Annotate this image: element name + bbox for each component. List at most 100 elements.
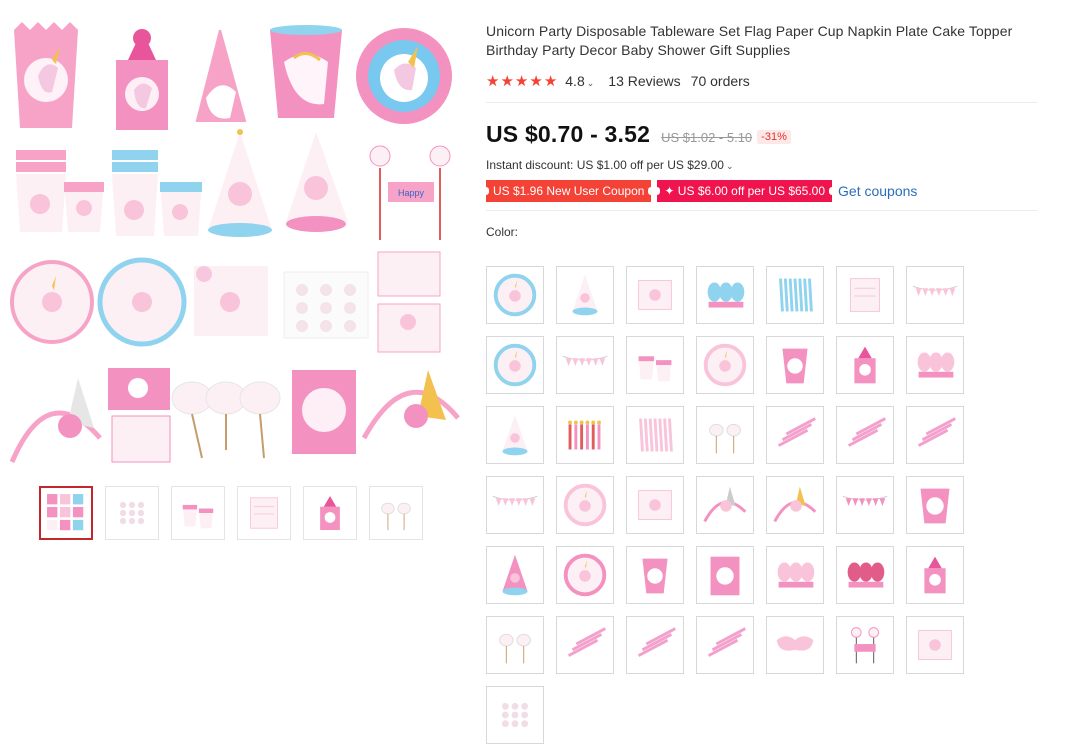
color-swatch[interactable]	[906, 546, 964, 604]
color-swatch[interactable]	[626, 266, 684, 324]
reviews-link[interactable]: 13 Reviews	[608, 73, 680, 89]
plate-blue-ring-icon	[493, 273, 537, 317]
instant-discount[interactable]: Instant discount: US $1.00 off per US $2…	[486, 158, 1041, 174]
color-swatch[interactable]	[696, 476, 754, 534]
color-label: Color:	[486, 225, 519, 239]
banner-flags-icon	[562, 355, 608, 366]
color-swatch[interactable]	[486, 266, 544, 324]
rating-value[interactable]: 4.8 ⌄	[565, 73, 594, 89]
orders-count: 70 orders	[690, 73, 750, 89]
party-hat-icon	[194, 22, 248, 130]
star-icon: ★	[543, 72, 558, 90]
gallery-thumbnail[interactable]	[369, 486, 423, 540]
color-swatch[interactable]	[836, 546, 894, 604]
spoons-pink-icon	[847, 417, 886, 447]
color-swatch[interactable]	[766, 266, 824, 324]
stickers-thumb-icon	[119, 501, 145, 525]
color-swatch[interactable]	[486, 336, 544, 394]
color-swatch[interactable]	[696, 546, 754, 604]
cone-hat-pink-icon	[286, 132, 348, 232]
color-swatch[interactable]	[556, 546, 614, 604]
color-swatch[interactable]	[766, 406, 824, 464]
floral-plate-icon	[10, 260, 94, 344]
store-coupon[interactable]: ✦ US $6.00 off per US $65.00	[654, 180, 835, 202]
color-swatch[interactable]	[836, 336, 894, 394]
color-swatch[interactable]	[626, 476, 684, 534]
invitation-card-icon	[850, 278, 880, 312]
gallery-thumbnail[interactable]	[171, 486, 225, 540]
plate-pink-icon	[703, 343, 747, 387]
napkin-floral-icon	[638, 490, 672, 520]
plate-unicorn-icon	[563, 553, 607, 597]
color-swatch[interactable]	[486, 686, 544, 744]
color-swatch[interactable]	[696, 266, 754, 324]
color-swatch[interactable]	[836, 476, 894, 534]
headband-gold-icon	[773, 486, 817, 523]
color-swatch[interactable]	[696, 616, 754, 674]
color-swatch[interactable]	[906, 336, 964, 394]
color-swatch[interactable]	[906, 266, 964, 324]
cake-toppers-icon	[709, 423, 741, 454]
color-swatch[interactable]	[626, 406, 684, 464]
invite-card-icon	[108, 368, 171, 463]
blowouts-multi-icon	[777, 562, 815, 588]
cone-hat-pink-icon	[502, 414, 528, 456]
star-rating: ★ ★ ★ ★ ★	[486, 74, 557, 89]
headband-gold-icon	[361, 370, 460, 440]
cups-stack-blue-icon	[112, 150, 202, 236]
knives-pink-icon	[917, 417, 956, 447]
current-price: US $0.70 - 3.52	[486, 121, 651, 147]
instant-discount-text: Instant discount: US $1.00 off per US $2…	[486, 158, 724, 172]
color-swatch[interactable]	[486, 406, 544, 464]
color-swatch[interactable]	[556, 476, 614, 534]
color-swatch[interactable]	[556, 266, 614, 324]
gallery-thumbnail[interactable]	[237, 486, 291, 540]
thumbnail-strip	[39, 486, 423, 540]
new-user-coupon[interactable]: US $1.96 New User Coupon	[482, 180, 655, 202]
color-swatch[interactable]	[486, 616, 544, 674]
headband-icon	[703, 486, 747, 523]
gallery-thumbnail[interactable]	[39, 486, 93, 540]
color-swatch[interactable]	[626, 336, 684, 394]
cups-stack-icon	[16, 150, 104, 232]
color-swatch[interactable]	[766, 546, 824, 604]
discount-badge: -31%	[757, 130, 791, 144]
original-price: US $1.02 - 5.10	[661, 130, 753, 145]
color-swatch[interactable]	[556, 336, 614, 394]
gallery-thumbnail[interactable]	[105, 486, 159, 540]
color-swatch[interactable]	[486, 476, 544, 534]
color-swatch[interactable]	[906, 406, 964, 464]
svg-text:Happy: Happy	[398, 188, 425, 198]
eye-masks-icon	[776, 636, 814, 651]
invitation-cards-icon	[377, 251, 441, 353]
product-title: Unicorn Party Disposable Tableware Set F…	[486, 23, 1013, 58]
rating-value-text: 4.8	[565, 73, 585, 89]
color-swatch[interactable]	[836, 266, 894, 324]
color-swatch[interactable]	[836, 616, 894, 674]
product-collage-image: Happy	[9, 22, 460, 463]
cups-pink-icon	[638, 356, 672, 382]
divider	[486, 210, 1037, 211]
gift-box-unicorn-icon	[924, 556, 946, 594]
color-swatch[interactable]	[696, 406, 754, 464]
product-details: Unicorn Party Disposable Tableware Set F…	[482, 22, 1041, 241]
color-swatch[interactable]	[906, 616, 964, 674]
spoons-pink-icon	[567, 627, 606, 657]
gallery-thumbnail[interactable]	[303, 486, 357, 540]
straws-blue-icon	[779, 278, 813, 312]
color-swatch[interactable]	[766, 476, 824, 534]
color-swatch[interactable]	[696, 336, 754, 394]
color-swatch[interactable]	[556, 616, 614, 674]
cupcake-toppers-icon	[171, 381, 281, 459]
color-swatch[interactable]	[836, 406, 894, 464]
color-swatch[interactable]	[556, 406, 614, 464]
color-swatch[interactable]	[486, 546, 544, 604]
get-coupons-link[interactable]: Get coupons	[838, 183, 917, 199]
color-swatch[interactable]	[766, 336, 824, 394]
color-swatch[interactable]	[626, 616, 684, 674]
color-swatch[interactable]	[906, 476, 964, 534]
color-swatch[interactable]	[766, 616, 824, 674]
main-product-image[interactable]: Happy	[8, 18, 463, 470]
straws-pink-icon	[639, 418, 673, 452]
color-swatch[interactable]	[626, 546, 684, 604]
